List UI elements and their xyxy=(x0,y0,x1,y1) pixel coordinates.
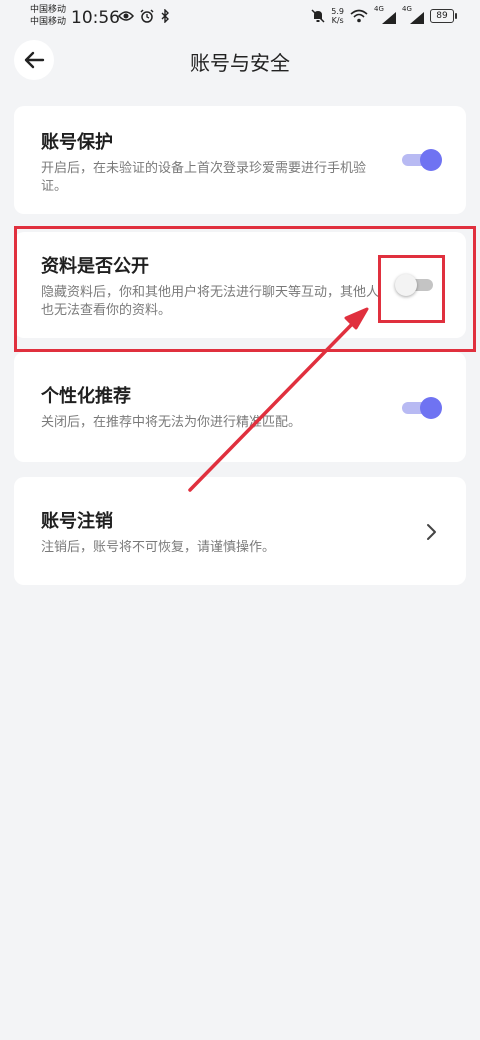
annotation-arrow-icon xyxy=(188,307,369,492)
